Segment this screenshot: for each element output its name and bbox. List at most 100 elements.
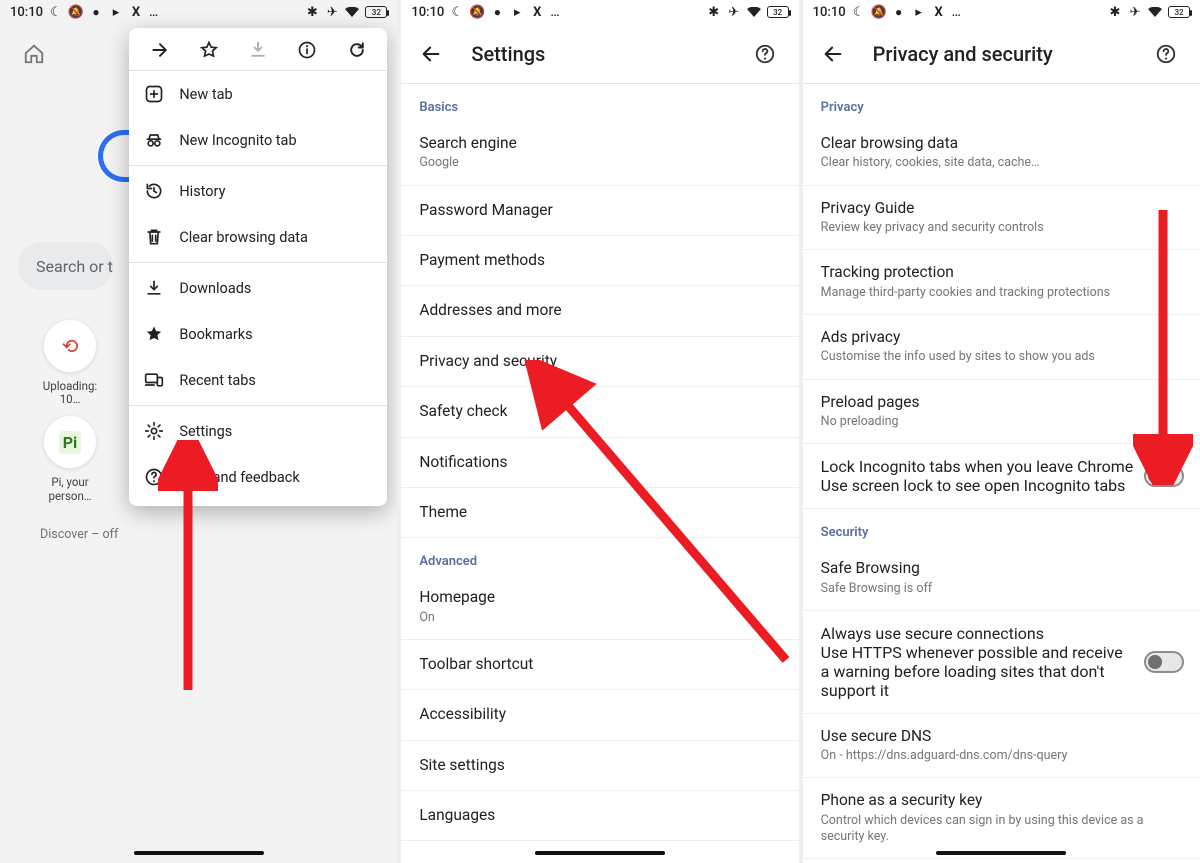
- row-title: Ads privacy: [821, 328, 1182, 347]
- toggle-https[interactable]: [1144, 651, 1184, 673]
- row-languages[interactable]: Languages: [401, 791, 798, 841]
- row-title: Use secure DNS: [821, 727, 1182, 746]
- history-icon: [143, 181, 165, 201]
- pi-badge: Pi: [59, 431, 82, 454]
- menu-label: Downloads: [179, 280, 251, 297]
- moon-icon: ☾: [852, 5, 866, 19]
- row-password-manager[interactable]: Password Manager: [401, 186, 798, 236]
- nav-pill: [134, 851, 264, 855]
- row-safe-browsing[interactable]: Safe Browsing Safe Browsing is off: [803, 546, 1200, 611]
- row-secure-dns[interactable]: Use secure DNS On - https://dns.adguard-…: [803, 714, 1200, 779]
- bookmark-star-icon: [143, 324, 165, 344]
- help-button[interactable]: [1146, 34, 1186, 74]
- shortcut-tile[interactable]: Pi Pi, your person…: [40, 416, 100, 502]
- menu-label: Recent tabs: [179, 372, 256, 389]
- annotation-arrow: [1133, 195, 1193, 485]
- row-subtitle: Manage third-party cookies and tracking …: [821, 285, 1182, 301]
- wifi-icon: [747, 5, 761, 19]
- row-addresses[interactable]: Addresses and more: [401, 286, 798, 336]
- menu-new-tab[interactable]: New tab: [129, 71, 387, 117]
- mute-icon: 🔕: [470, 5, 484, 19]
- status-time: 10:10: [813, 5, 846, 20]
- row-title: Phone as a security key: [821, 791, 1182, 810]
- row-title: Tracking protection: [821, 263, 1182, 282]
- airplane-icon: ✈: [727, 5, 741, 19]
- shortcut-tile[interactable]: ⟲ Uploading: 10…: [40, 320, 100, 406]
- menu-incognito[interactable]: New Incognito tab: [129, 117, 387, 163]
- row-title: Site settings: [419, 756, 780, 775]
- reddit-icon: ●: [490, 5, 504, 19]
- incognito-icon: [143, 130, 165, 150]
- menu-bookmarks[interactable]: Bookmarks: [129, 311, 387, 357]
- row-title: Lock Incognito tabs when you leave Chrom…: [821, 457, 1134, 476]
- devices-icon: [143, 370, 165, 390]
- moon-icon: ☾: [49, 5, 63, 19]
- status-time: 10:10: [10, 5, 43, 20]
- row-title: Search engine: [419, 134, 780, 153]
- airplane-icon: ✈: [1128, 5, 1142, 19]
- wifi-icon: [1148, 5, 1162, 19]
- row-phone-key[interactable]: Phone as a security key Control which de…: [803, 778, 1200, 859]
- row-title: Always use secure connections: [821, 624, 1134, 643]
- row-title: Password Manager: [419, 201, 780, 220]
- menu-label: New Incognito tab: [179, 132, 296, 149]
- row-site-settings[interactable]: Site settings: [401, 741, 798, 791]
- more-icon: …: [149, 5, 160, 20]
- star-icon[interactable]: [199, 40, 219, 60]
- row-https[interactable]: Always use secure connections Use HTTPS …: [803, 611, 1200, 714]
- battery-icon: 32: [1168, 6, 1190, 18]
- menu-label: Bookmarks: [179, 326, 252, 343]
- menu-recent-tabs[interactable]: Recent tabs: [129, 357, 387, 403]
- menu-label: Settings: [179, 423, 232, 440]
- mute-icon: 🔕: [69, 5, 83, 19]
- annotation-arrow: [516, 360, 798, 680]
- screen-settings: 10:10 ☾ 🔕 ● ▸ X … ✱ ✈ 32 Settings Basics: [401, 0, 798, 863]
- info-icon[interactable]: [297, 40, 317, 60]
- row-subtitle: Control which devices can sign in by usi…: [821, 813, 1182, 846]
- row-subtitle: Clear history, cookies, site data, cache…: [821, 155, 1182, 171]
- row-subtitle: Review key privacy and security controls: [821, 220, 1182, 236]
- forward-icon[interactable]: [150, 40, 170, 60]
- menu-label: New tab: [179, 86, 232, 103]
- omnibox[interactable]: Search or type URL: [18, 242, 113, 290]
- row-search-engine[interactable]: Search engine Google: [401, 121, 798, 186]
- section-basics: Basics: [401, 84, 798, 121]
- page-title: Settings: [471, 42, 545, 66]
- bluetooth-icon: ✱: [1108, 5, 1122, 19]
- row-title: Preload pages: [821, 393, 1182, 412]
- app-bar: Settings: [401, 24, 798, 84]
- menu-downloads[interactable]: Downloads: [129, 265, 387, 311]
- row-payment[interactable]: Payment methods: [401, 236, 798, 286]
- x-icon: X: [129, 5, 143, 19]
- omnibox-placeholder: Search or type URL: [36, 257, 113, 276]
- menu-label: History: [179, 183, 225, 200]
- row-subtitle: Customise the info used by sites to show…: [821, 349, 1182, 365]
- back-button[interactable]: [411, 34, 451, 74]
- home-icon[interactable]: [14, 34, 54, 74]
- row-accessibility[interactable]: Accessibility: [401, 690, 798, 740]
- row-subtitle: No preloading: [821, 414, 1182, 430]
- section-privacy: Privacy: [803, 84, 1200, 121]
- battery-icon: 32: [365, 6, 387, 18]
- more-icon: …: [550, 5, 561, 20]
- row-title: Clear browsing data: [821, 134, 1182, 153]
- status-time: 10:10: [411, 5, 444, 20]
- row-clear-browsing[interactable]: Clear browsing data Clear history, cooki…: [803, 121, 1200, 186]
- tile-label: Pi, your person…: [40, 476, 100, 502]
- screen-privacy: 10:10 ☾ 🔕 ● ▸ X … ✱ ✈ 32 Privacy and sec…: [803, 0, 1200, 863]
- nav-pill: [535, 851, 665, 855]
- row-subtitle: On - https://dns.adguard-dns.com/dns-que…: [821, 748, 1182, 764]
- overflow-menu: New tab New Incognito tab History Clear …: [129, 28, 387, 506]
- back-button[interactable]: [813, 34, 853, 74]
- bluetooth-icon: ✱: [305, 5, 319, 19]
- menu-clear-data[interactable]: Clear browsing data: [129, 214, 387, 260]
- row-title: Accessibility: [419, 705, 780, 724]
- reload-icon[interactable]: [347, 40, 367, 60]
- page-title: Privacy and security: [873, 42, 1053, 66]
- downloads-icon: [143, 278, 165, 298]
- more-icon: …: [952, 5, 963, 20]
- x-icon: X: [530, 5, 544, 19]
- menu-history[interactable]: History: [129, 168, 387, 214]
- menu-label: Clear browsing data: [179, 229, 308, 246]
- help-button[interactable]: [745, 34, 785, 74]
